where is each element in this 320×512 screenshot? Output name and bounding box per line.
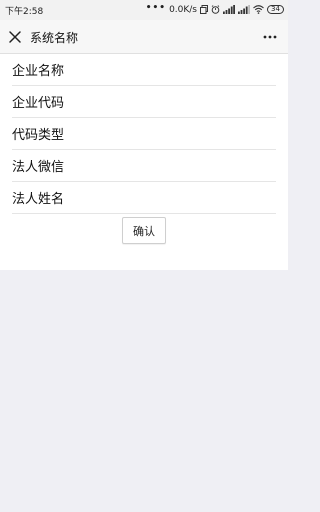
- field-code-type[interactable]: 代码类型: [12, 118, 276, 150]
- field-label: 企业代码: [12, 96, 65, 111]
- confirm-button[interactable]: 确认: [122, 217, 166, 244]
- alarm-icon: [211, 5, 220, 14]
- signal-icon-1: [223, 5, 235, 14]
- field-company-name[interactable]: 企业名称: [12, 54, 276, 86]
- close-icon[interactable]: [8, 30, 22, 44]
- field-legal-name[interactable]: 法人姓名: [12, 182, 276, 214]
- wifi-icon: [253, 5, 264, 14]
- battery-icon: 34: [267, 5, 284, 14]
- status-time: 下午2:58: [5, 7, 44, 17]
- page-title: 系统名称: [30, 31, 79, 45]
- signal-icon-2: [238, 5, 250, 14]
- status-icons: ••• 0.0K/s 34: [146, 3, 284, 16]
- status-bar: 下午2:58 ••• 0.0K/s 34: [0, 0, 288, 20]
- field-label: 法人姓名: [12, 192, 65, 207]
- field-company-code[interactable]: 企业代码: [12, 86, 276, 118]
- more-notifications-icon: •••: [145, 2, 167, 13]
- field-label: 法人微信: [12, 160, 65, 175]
- form-list: 企业名称 企业代码 代码类型 法人微信 法人姓名: [0, 54, 288, 214]
- field-legal-wechat[interactable]: 法人微信: [12, 150, 276, 182]
- more-icon[interactable]: [262, 30, 278, 44]
- field-label: 代码类型: [12, 128, 65, 143]
- nav-bar: 系统名称: [0, 20, 288, 54]
- field-label: 企业名称: [12, 64, 65, 79]
- net-speed: 0.0K/s: [169, 4, 197, 15]
- copy-icon: [200, 5, 208, 14]
- form-panel: 企业名称 企业代码 代码类型 法人微信 法人姓名 确认: [0, 54, 288, 270]
